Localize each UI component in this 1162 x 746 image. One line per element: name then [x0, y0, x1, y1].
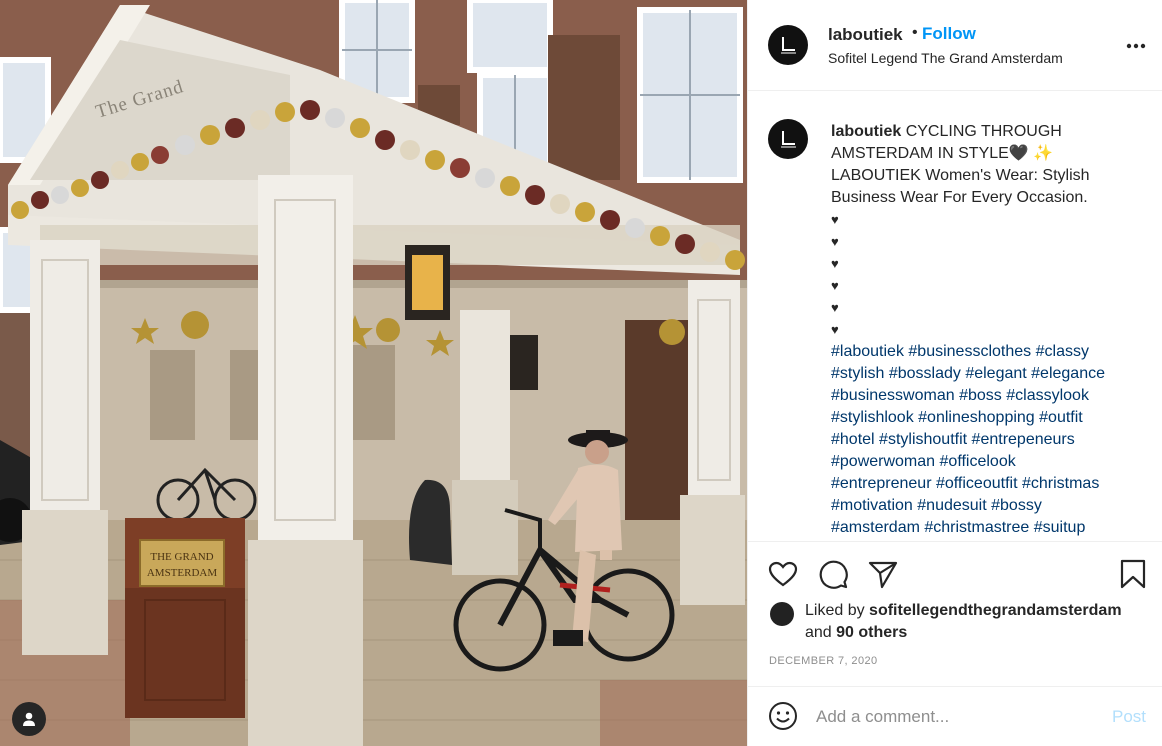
comment-icon[interactable] — [817, 558, 849, 590]
hashtag-link[interactable]: #laboutiek — [831, 343, 904, 360]
caption-line: CYCLING THROUGH — [905, 123, 1062, 140]
podium-sign-line1: THE GRAND — [150, 551, 213, 563]
header-separator: • — [912, 24, 918, 41]
hashtag-link[interactable]: #officelook — [940, 453, 1016, 470]
hashtag-link[interactable]: #stylishlook — [831, 409, 914, 426]
smiley-icon[interactable] — [768, 701, 798, 731]
hashtag-list: #laboutiek #businessclothes #classy #styl… — [831, 341, 1151, 539]
hashtag-link[interactable]: #hotel — [831, 431, 875, 448]
hashtag-line: #powerwoman #officelook — [831, 451, 1151, 473]
hashtag-link[interactable]: #officeoutfit — [936, 475, 1018, 492]
follow-button[interactable]: Follow — [922, 24, 976, 44]
heart-glyph: ♥ — [831, 256, 839, 271]
caption-line: LABOUTIEK Women's Wear: Stylish — [831, 167, 1090, 184]
hashtag-link[interactable]: #bossy — [991, 497, 1042, 514]
hashtag-link[interactable]: #elegance — [1031, 365, 1105, 382]
liked-prefix: Liked by — [805, 602, 865, 619]
hashtag-link[interactable]: #bosslady — [889, 365, 961, 382]
user-tag-button[interactable] — [12, 702, 46, 736]
hashtag-link[interactable]: #christmas — [1022, 475, 1099, 492]
caption-author-avatar[interactable] — [768, 119, 808, 159]
hashtag-link[interactable]: #elegant — [965, 365, 1026, 382]
laboutiek-logo-icon — [781, 131, 796, 148]
post-date[interactable]: DECEMBER 7, 2020 — [769, 655, 878, 667]
hashtag-link[interactable]: #nudesuit — [917, 497, 986, 514]
post-comment-button[interactable]: Post — [1112, 707, 1146, 727]
hashtag-link[interactable]: #amsterdam — [831, 519, 920, 536]
caption-username[interactable]: laboutiek — [831, 123, 901, 140]
hashtag-line: #stylishlook #onlineshopping #outfit — [831, 407, 1151, 429]
liker-username[interactable]: sofitellegendthegrandamsterdam — [869, 602, 1122, 619]
liked-and: and — [805, 624, 832, 641]
hashtag-link[interactable]: #businessclothes — [908, 343, 1031, 360]
liker-avatar[interactable] — [770, 602, 794, 626]
location-link[interactable]: Sofitel Legend The Grand Amsterdam — [828, 50, 1063, 66]
post-actions: Liked by sofitellegendthegrandamsterdam … — [748, 541, 1162, 686]
hashtag-line: #businesswoman #boss #classylook — [831, 385, 1151, 407]
hashtag-line: #amsterdam #christmastree #suitup — [831, 517, 1151, 539]
hashtag-line: #hotel #stylishoutfit #entrepeneurs — [831, 429, 1151, 451]
hashtag-line: #entrepreneur #officeoutfit #christmas — [831, 473, 1151, 495]
hashtag-link[interactable]: #classylook — [1006, 387, 1089, 404]
hashtag-link[interactable]: #classy — [1036, 343, 1089, 360]
more-horizontal-icon — [1126, 43, 1146, 49]
heart-icon[interactable] — [767, 558, 799, 590]
hashtag-link[interactable]: #stylish — [831, 365, 884, 382]
post-sidebar: laboutiek • Follow Sofitel Legend The Gr… — [747, 0, 1162, 746]
caption-line: Business Wear For Every Occasion. — [831, 189, 1088, 206]
hashtag-link[interactable]: #entrepeneurs — [972, 431, 1075, 448]
hashtag-link[interactable]: #powerwoman — [831, 453, 935, 470]
comment-input[interactable] — [816, 705, 1096, 729]
podium-sign-line2: AMSTERDAM — [147, 567, 218, 579]
hashtag-line: #motivation #nudesuit #bossy — [831, 495, 1151, 517]
heart-glyph: ♥ — [831, 212, 839, 227]
hashtag-link[interactable]: #motivation — [831, 497, 913, 514]
more-options-button[interactable] — [1124, 34, 1148, 58]
person-icon — [23, 712, 35, 726]
hashtag-link[interactable]: #christmastree — [924, 519, 1029, 536]
hashtag-link[interactable]: #boss — [959, 387, 1002, 404]
post-photo[interactable]: The Grand THE GRAND AMSTERDAM — [0, 0, 747, 746]
heart-glyph: ♥ — [831, 234, 839, 249]
caption-area: laboutiek CYCLING THROUGH AMSTERDAM IN S… — [748, 91, 1162, 541]
hashtag-link[interactable]: #stylishoutfit — [879, 431, 967, 448]
post-header: laboutiek • Follow Sofitel Legend The Gr… — [748, 0, 1162, 91]
hashtag-line: #laboutiek #businessclothes #classy — [831, 341, 1151, 363]
hashtag-link[interactable]: #outfit — [1039, 409, 1083, 426]
likes-text: Liked by sofitellegendthegrandamsterdam … — [805, 600, 1145, 644]
others-likes-link[interactable]: 90 others — [836, 624, 907, 641]
heart-glyph: ♥ — [831, 322, 839, 337]
comment-bar: Post — [748, 686, 1162, 746]
bookmark-icon[interactable] — [1117, 558, 1149, 590]
hashtag-link[interactable]: #entrepreneur — [831, 475, 932, 492]
caption-line: AMSTERDAM IN STYLE🖤 ✨ — [831, 145, 1054, 162]
hotel-entrance-scene: The Grand THE GRAND AMSTERDAM — [0, 0, 747, 746]
hashtag-link[interactable]: #onlineshopping — [918, 409, 1035, 426]
hashtag-link[interactable]: #suitup — [1034, 519, 1086, 536]
share-icon[interactable] — [867, 558, 899, 590]
author-username[interactable]: laboutiek — [828, 25, 903, 45]
author-avatar[interactable] — [768, 25, 808, 65]
hashtag-line: #stylish #bosslady #elegant #elegance — [831, 363, 1151, 385]
caption-text: laboutiek CYCLING THROUGH AMSTERDAM IN S… — [831, 121, 1151, 539]
heart-glyph: ♥ — [831, 278, 839, 293]
laboutiek-logo-icon — [781, 37, 796, 54]
heart-glyph: ♥ — [831, 300, 839, 315]
hashtag-link[interactable]: #businesswoman — [831, 387, 955, 404]
